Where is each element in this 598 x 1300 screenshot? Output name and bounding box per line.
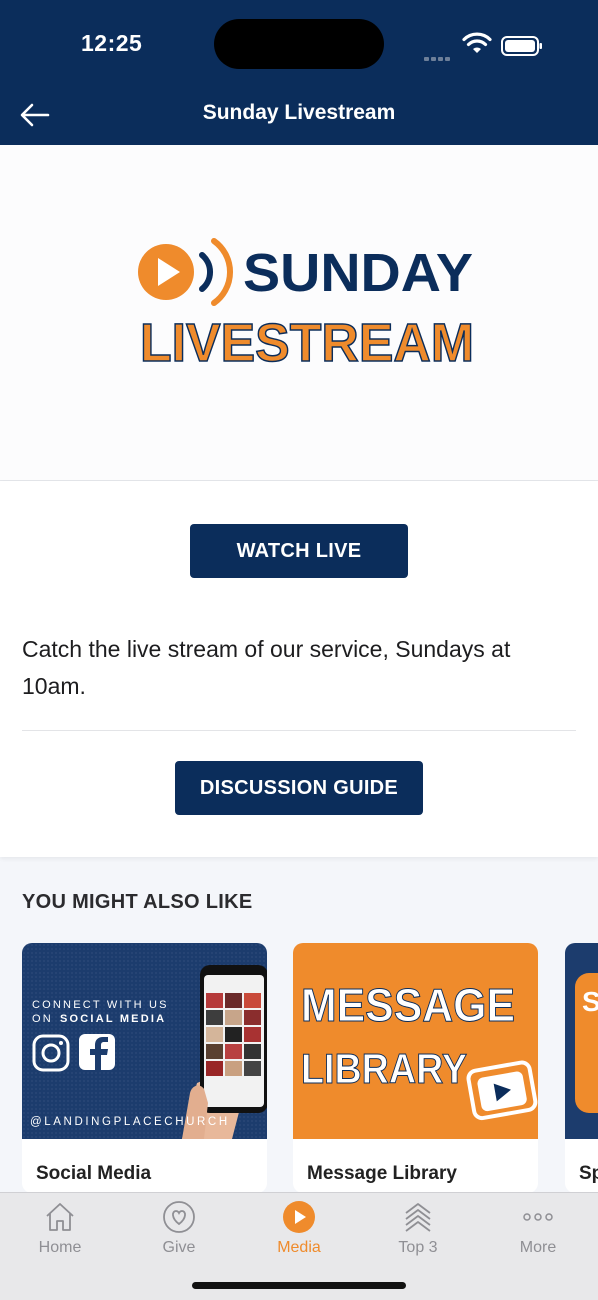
video-player-icon [466, 1060, 538, 1121]
facebook-icon [79, 1034, 115, 1070]
social-connect-text: CONNECT WITH US [32, 999, 169, 1011]
signal-icon [424, 48, 452, 66]
sunday-livestream-logo: SUNDAY LIVESTREAM [138, 238, 475, 374]
partial-card-thumbnail: S [565, 943, 598, 1139]
partial-card-image-text: S [582, 986, 598, 1017]
tab-more[interactable]: More [478, 1193, 598, 1265]
page-title: Sunday Livestream [202, 101, 396, 124]
tab-label: Home [38, 1239, 82, 1256]
social-handle-text: @LANDINGPLACECHURCH [30, 1116, 230, 1128]
library-text: LIBRARY [301, 1045, 467, 1092]
social-media-thumbnail: CONNECT WITH US ON SOCIAL MEDIA @LANDING… [22, 943, 267, 1139]
home-indicator [192, 1282, 406, 1289]
home-icon [46, 1203, 74, 1231]
tab-label: Top 3 [398, 1239, 438, 1256]
tab-label: Give [162, 1239, 196, 1256]
related-card-message-library[interactable]: MESSAGE LIBRARY Message Library [293, 943, 538, 1193]
partial-card-artwork: S [575, 973, 598, 1113]
tab-home[interactable]: Home [0, 1193, 120, 1265]
social-on-text: ON [32, 1013, 53, 1025]
description-text: Catch the live stream of our service, Su… [22, 636, 511, 699]
card-title: Sp [579, 1163, 598, 1184]
layers-icon [405, 1203, 431, 1232]
message-text: MESSAGE [301, 979, 515, 1031]
dynamic-island [214, 19, 384, 69]
watch-live-button[interactable]: WATCH LIVE [190, 524, 408, 578]
tab-label: More [519, 1239, 557, 1256]
message-library-artwork: MESSAGE LIBRARY [301, 979, 538, 1121]
status-time: 12:25 [81, 30, 143, 56]
tab-give[interactable]: Give [119, 1193, 239, 1265]
play-icon [283, 1201, 315, 1233]
wifi-icon [462, 32, 492, 53]
tab-media[interactable]: Media [239, 1193, 359, 1265]
message-library-thumbnail: MESSAGE LIBRARY [293, 943, 538, 1139]
tab-top-3[interactable]: Top 3 [358, 1193, 478, 1265]
logo-line-1: SUNDAY [243, 243, 473, 303]
hero-banner: SUNDAY LIVESTREAM [0, 145, 598, 481]
battery-icon [501, 36, 542, 56]
app-header: 12:25 Sunday Livestream [0, 0, 598, 145]
divider [22, 730, 576, 731]
card-title: Social Media [36, 1163, 152, 1184]
social-media-artwork: CONNECT WITH US ON SOCIAL MEDIA @LANDING… [30, 965, 267, 1139]
related-card-partial[interactable]: S Sp [565, 943, 598, 1193]
phone-in-hand-icon [182, 965, 267, 1139]
more-icon [523, 1213, 553, 1221]
instagram-icon [32, 1034, 70, 1072]
related-section-title: YOU MIGHT ALSO LIKE [22, 891, 253, 913]
card-title: Message Library [307, 1163, 457, 1184]
logo-line-2: LIVESTREAM [140, 313, 474, 373]
tab-label: Media [277, 1239, 321, 1256]
heart-icon [163, 1201, 195, 1233]
content-card: WATCH LIVE Catch the live stream of our … [0, 481, 598, 857]
discussion-guide-button[interactable]: DISCUSSION GUIDE [175, 761, 423, 815]
social-media-text: SOCIAL MEDIA [60, 1013, 166, 1025]
related-card-social-media[interactable]: CONNECT WITH US ON SOCIAL MEDIA @LANDING… [22, 943, 267, 1193]
